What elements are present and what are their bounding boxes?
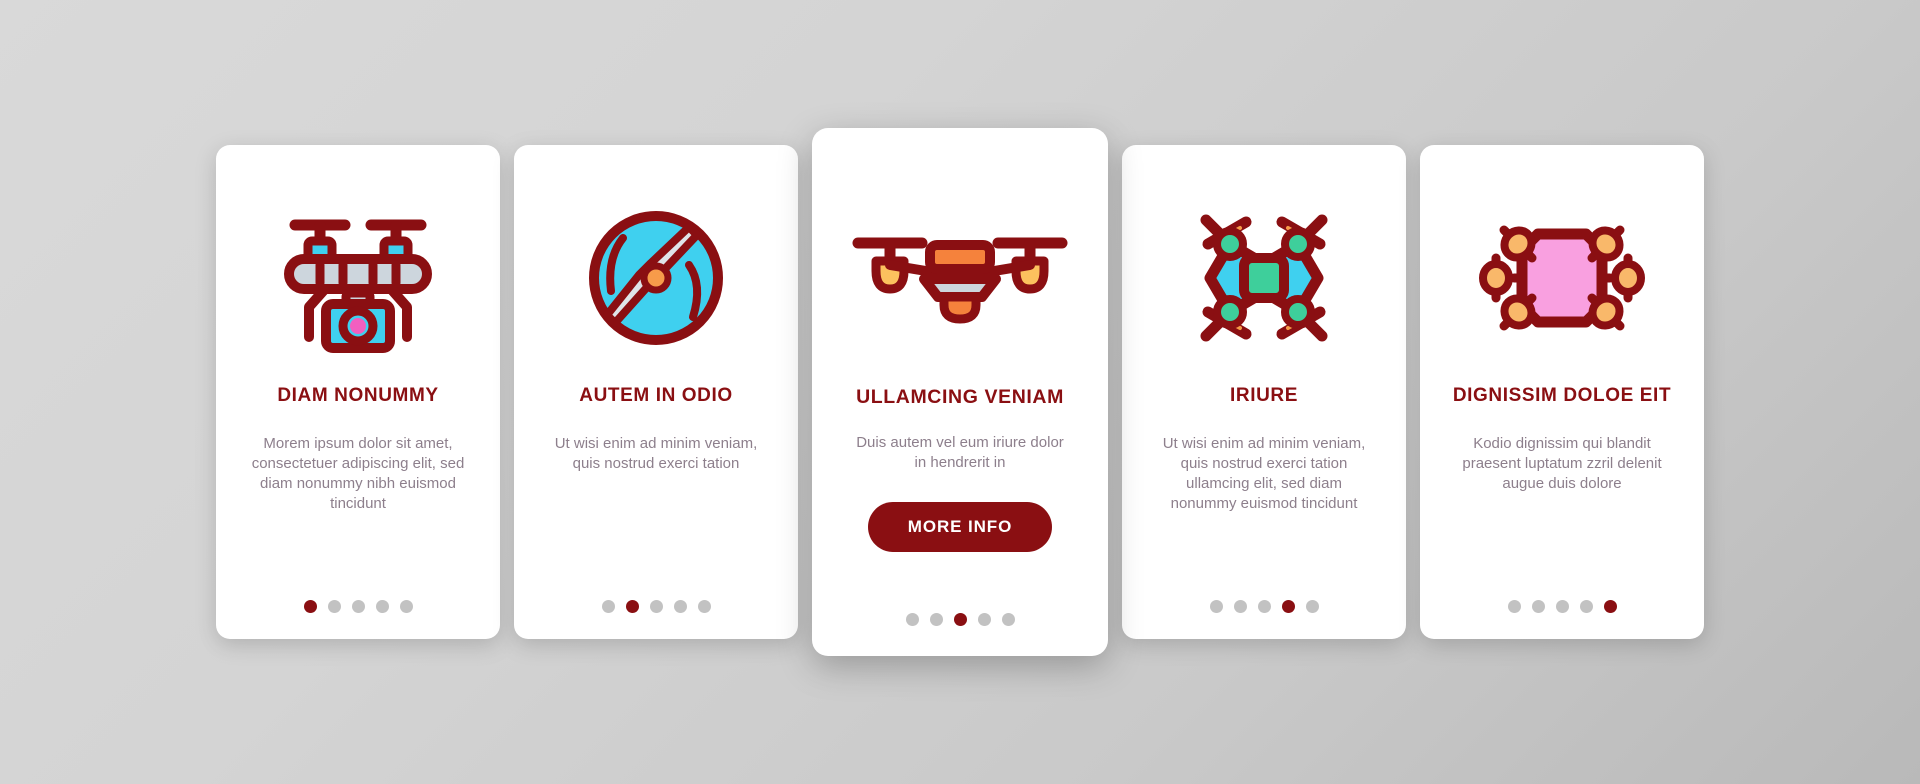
pagination-dots: [812, 613, 1108, 626]
pagination-dot[interactable]: [1579, 600, 1593, 613]
card-body-text: Ut wisi enim ad minim veniam, quis nostr…: [554, 434, 758, 472]
onboarding-card-1[interactable]: DIAM NONUMMY Morem ipsum dolor sit amet,…: [216, 145, 500, 639]
onboarding-card-carousel: DIAM NONUMMY Morem ipsum dolor sit amet,…: [0, 0, 1920, 784]
card-title: DIGNISSIM DOLOE EIT: [1452, 385, 1672, 406]
pagination-dot[interactable]: [1209, 600, 1223, 613]
pagination-dot[interactable]: [929, 613, 943, 626]
pagination-dot[interactable]: [649, 600, 663, 613]
card-title: AUTEM IN ODIO: [579, 385, 733, 406]
pagination-dot[interactable]: [673, 600, 687, 613]
pagination-dots: [1420, 600, 1704, 613]
pagination-dot[interactable]: [1555, 600, 1569, 613]
propeller-circle-icon: [530, 171, 782, 385]
pagination-dot[interactable]: [625, 600, 639, 613]
card-body-text: Ut wisi enim ad minim veniam, quis nostr…: [1162, 434, 1366, 513]
card-title: DIAM NONUMMY: [277, 385, 439, 406]
pagination-dot[interactable]: [1257, 600, 1271, 613]
quadcopter-top-view-icon: [1138, 171, 1390, 385]
pagination-dot[interactable]: [697, 600, 711, 613]
card-body-text: Kodio dignissim qui blandit praesent lup…: [1462, 434, 1662, 492]
drone-front-view-icon: [828, 158, 1092, 386]
pagination-dot[interactable]: [977, 613, 991, 626]
onboarding-card-5[interactable]: DIGNISSIM DOLOE EIT Kodio dignissim qui …: [1420, 145, 1704, 639]
card-body-text: Morem ipsum dolor sit amet, consectetuer…: [251, 434, 465, 513]
pagination-dot[interactable]: [1001, 613, 1015, 626]
hexacopter-icon: [1436, 171, 1688, 385]
pagination-dot[interactable]: [1603, 600, 1617, 613]
pagination-dot[interactable]: [1281, 600, 1295, 613]
pagination-dot[interactable]: [399, 600, 413, 613]
card-body-text: Duis autem vel eum iriure dolor in hendr…: [856, 434, 1064, 472]
drone-with-camera-icon: [232, 171, 484, 385]
pagination-dots: [216, 600, 500, 613]
pagination-dot[interactable]: [1233, 600, 1247, 613]
pagination-dot[interactable]: [1507, 600, 1521, 613]
pagination-dot[interactable]: [375, 600, 389, 613]
onboarding-card-4[interactable]: IRIURE Ut wisi enim ad minim veniam, qui…: [1122, 145, 1406, 639]
more-info-button[interactable]: MORE INFO: [867, 501, 1053, 552]
pagination-dot[interactable]: [905, 613, 919, 626]
pagination-dot[interactable]: [601, 600, 615, 613]
pagination-dot[interactable]: [303, 600, 317, 613]
pagination-dots: [514, 600, 798, 613]
onboarding-card-2[interactable]: AUTEM IN ODIO Ut wisi enim ad minim veni…: [514, 145, 798, 639]
pagination-dot[interactable]: [1531, 600, 1545, 613]
pagination-dot[interactable]: [953, 613, 967, 626]
pagination-dot[interactable]: [327, 600, 341, 613]
card-title: IRIURE: [1230, 385, 1298, 406]
card-title: ULLAMCING VENIAM: [856, 386, 1064, 408]
onboarding-card-3-featured[interactable]: ULLAMCING VENIAM Duis autem vel eum iriu…: [812, 128, 1108, 656]
pagination-dots: [1122, 600, 1406, 613]
pagination-dot[interactable]: [1305, 600, 1319, 613]
pagination-dot[interactable]: [351, 600, 365, 613]
